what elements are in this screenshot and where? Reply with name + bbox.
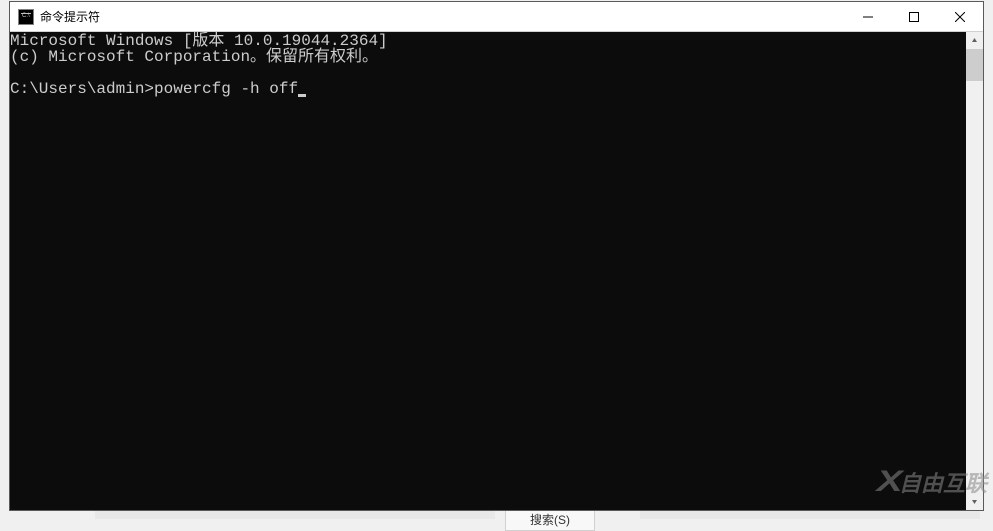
- console-line-copyright: (c) Microsoft Corporation。保留所有权利。: [10, 48, 378, 66]
- scrollbar-track[interactable]: [966, 49, 983, 493]
- titlebar[interactable]: C:\ 命令提示符: [10, 2, 983, 32]
- maximize-button[interactable]: [891, 2, 937, 31]
- console-prompt-line: C:\Users\admin>powercfg -h off: [10, 80, 306, 98]
- close-button[interactable]: [937, 2, 983, 31]
- console-prompt: C:\Users\admin>: [10, 80, 154, 98]
- vertical-scrollbar[interactable]: [966, 32, 983, 510]
- console-output[interactable]: Microsoft Windows [版本 10.0.19044.2364] (…: [10, 32, 966, 510]
- scroll-up-button[interactable]: [966, 32, 983, 49]
- minimize-button[interactable]: [845, 2, 891, 31]
- console-command-input[interactable]: powercfg -h off: [154, 80, 298, 98]
- scrollbar-thumb[interactable]: [966, 49, 983, 81]
- background-menu-item: 搜索(S): [505, 508, 595, 531]
- console-container: Microsoft Windows [版本 10.0.19044.2364] (…: [10, 32, 983, 510]
- command-prompt-window: C:\ 命令提示符 Microsoft Windows [版本 10.0.190…: [9, 1, 984, 511]
- window-controls: [845, 2, 983, 31]
- window-title: 命令提示符: [40, 8, 845, 25]
- cmd-icon: C:\: [18, 9, 34, 25]
- cursor: [298, 94, 306, 97]
- scroll-down-button[interactable]: [966, 493, 983, 510]
